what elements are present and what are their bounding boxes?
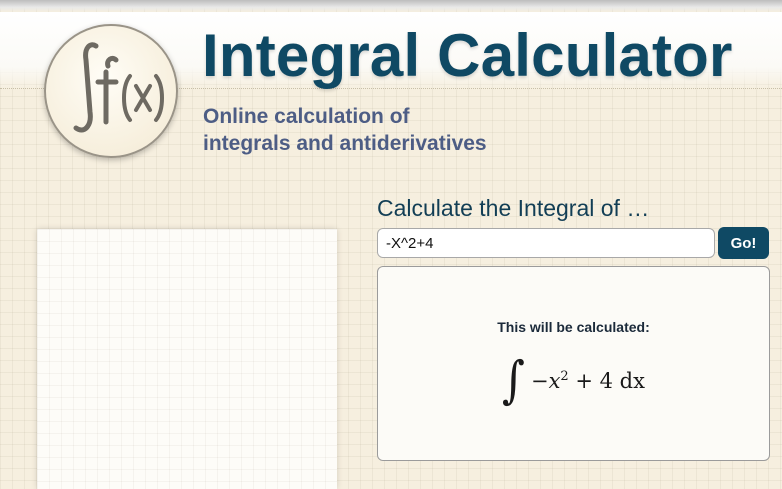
- formula-preview: ∫ −x2 + 4 dx: [378, 351, 769, 413]
- formula-differential: dx: [613, 369, 645, 393]
- browser-top-shadow: [0, 0, 782, 12]
- formula-exponent: 2: [560, 369, 569, 384]
- go-button[interactable]: Go!: [718, 227, 769, 259]
- formula-constant: + 4: [568, 369, 613, 393]
- page-title: Integral Calculator: [202, 22, 733, 89]
- subtitle-line-1: Online calculation of: [203, 105, 410, 128]
- formula-minus: −: [530, 369, 549, 393]
- subtitle-line-2: integrals and antiderivatives: [203, 132, 487, 155]
- calculator-heading: Calculate the Integral of …: [377, 195, 650, 221]
- site-logo-icon[interactable]: [44, 24, 178, 158]
- logo-integral-fx-icon: [73, 42, 164, 133]
- ad-placeholder: [37, 229, 337, 489]
- preview-panel: This will be calculated: ∫ −x2 + 4 dx: [377, 266, 770, 461]
- integrand: −x2 + 4 dx: [531, 369, 645, 393]
- formula-variable: x: [548, 369, 561, 393]
- integral-sign: ∫: [502, 351, 525, 410]
- page-subtitle: Online calculation of integrals and anti…: [203, 103, 487, 157]
- expression-input[interactable]: [377, 228, 715, 258]
- preview-label: This will be calculated:: [497, 319, 650, 335]
